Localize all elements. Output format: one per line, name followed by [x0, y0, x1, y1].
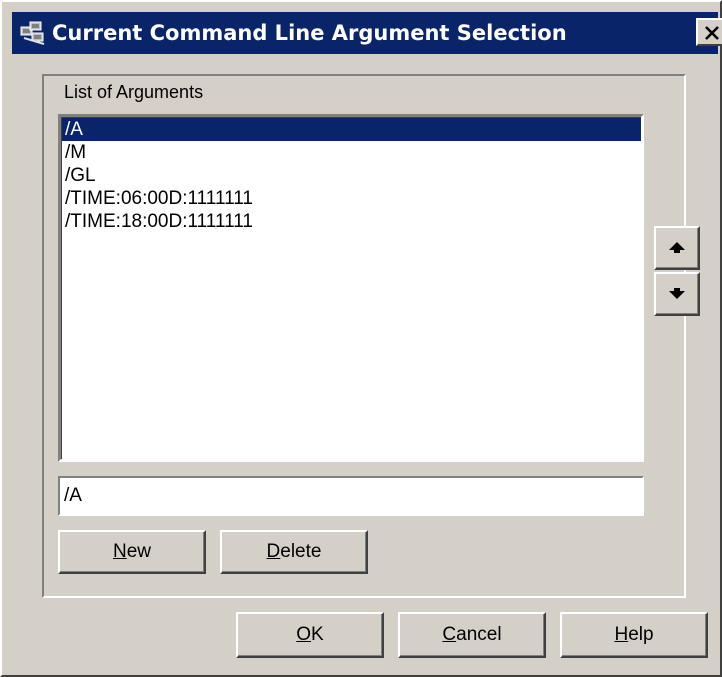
delete-button[interactable]: Delete [220, 530, 368, 574]
new-button[interactable]: New [58, 530, 206, 574]
new-button-label: ew [126, 541, 152, 562]
new-button-mnemonic: N [112, 541, 127, 562]
help-button-label: elp [628, 624, 654, 645]
arguments-listbox[interactable]: /A /M /GL /TIME:06:00D:1111111 /TIME:18:… [58, 114, 644, 462]
arrow-down-icon [669, 288, 685, 299]
window-title: Current Command Line Argument Selection [52, 21, 567, 45]
list-item[interactable]: /A [62, 118, 641, 141]
list-item[interactable]: /M [62, 141, 641, 164]
cancel-button[interactable]: Cancel [398, 612, 546, 658]
list-item[interactable]: /TIME:06:00D:1111111 [62, 187, 641, 210]
close-icon [705, 26, 719, 40]
cancel-button-mnemonic: C [442, 624, 457, 645]
dialog-window: Current Command Line Argument Selection … [0, 0, 722, 677]
title-bar[interactable]: Current Command Line Argument Selection [12, 12, 722, 54]
help-button[interactable]: Help [560, 612, 708, 658]
help-button-mnemonic: H [614, 624, 629, 645]
move-up-button[interactable] [654, 226, 700, 270]
ok-button-mnemonic: O [296, 624, 312, 645]
close-button[interactable] [696, 18, 722, 46]
list-item[interactable]: /GL [62, 164, 641, 187]
list-item[interactable]: /TIME:18:00D:1111111 [62, 210, 641, 233]
network-computers-icon [18, 18, 48, 48]
group-label: List of Arguments [64, 82, 204, 102]
cancel-button-label: ancel [456, 624, 502, 645]
delete-button-label: elete [280, 541, 322, 562]
argument-input[interactable]: /A [58, 476, 644, 516]
ok-button-label: K [311, 624, 324, 645]
ok-button[interactable]: OK [236, 612, 384, 658]
arrow-up-icon [669, 242, 685, 253]
move-down-button[interactable] [654, 272, 700, 316]
delete-button-mnemonic: D [266, 541, 281, 562]
